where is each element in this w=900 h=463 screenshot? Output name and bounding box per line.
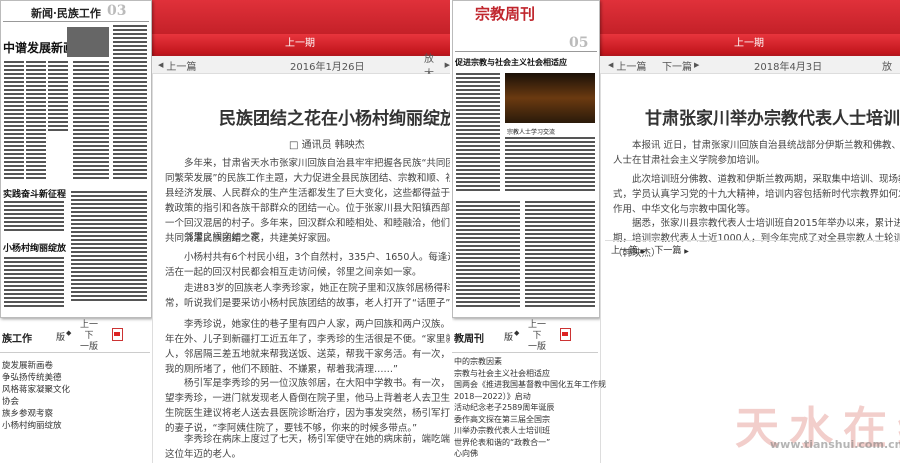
pdf-icon[interactable]: [112, 328, 123, 341]
prev-issue-link[interactable]: 上一期: [734, 38, 764, 49]
article-paragraph: 李秀珍在病床上度过了七天，杨引军便守在她的病床前，端吃端喝，伺候着这位年迈的老人…: [165, 434, 450, 460]
thumb-section-header: 新闻·民族工作: [31, 7, 101, 20]
toc-item[interactable]: 2018—2022）》启动: [454, 391, 606, 403]
dropdown-arrow-icon[interactable]: ◆: [514, 329, 519, 337]
toc-item[interactable]: 协会: [2, 396, 70, 408]
toc-item[interactable]: 旋发展新画卷: [2, 360, 70, 372]
next-page-link[interactable]: 下: [528, 331, 546, 342]
triangle-right-icon: ▶: [640, 248, 646, 255]
prev-article-bottom[interactable]: 上一篇: [611, 246, 638, 256]
prev-page-link[interactable]: 上一: [528, 320, 546, 331]
page-pager: 上一 下 一版: [528, 320, 546, 353]
zoom-link[interactable]: 放大 ▶: [424, 54, 450, 80]
article-paragraph: 李秀珍说，她家住的巷子里有四户人家，两户回族和两户汉族。由于女儿常年在外、儿子到…: [165, 319, 450, 375]
toc-item[interactable]: 心向佛: [454, 448, 606, 460]
page-one-link[interactable]: 一版: [80, 342, 98, 353]
article-subheading: 邻里之间亲如一家: [184, 232, 261, 243]
page-thumbnail[interactable]: 新闻·民族工作 03 中谱发展新画卷 实践奋斗新征程 小杨村绚丽绽放: [0, 0, 152, 318]
page-thumbnail[interactable]: 宗教周刊 05 促进宗教与社会主义社会相适应 宗教人士学习交流: [452, 0, 600, 318]
thumb-page-number: 03: [107, 3, 127, 19]
section-name: 族工作: [2, 334, 32, 345]
toc-item[interactable]: 小杨村绚丽绽放: [2, 420, 70, 432]
toc-item[interactable]: 风格蒋家凝聚文化: [2, 384, 70, 396]
toc-item[interactable]: 川举办宗教代表人士培训班: [454, 425, 606, 437]
dropdown-arrow-icon[interactable]: ◆: [66, 329, 71, 337]
pdf-icon[interactable]: [560, 328, 571, 341]
thumb-label-2: 小杨村绚丽绽放: [3, 244, 67, 254]
toc-item[interactable]: 活动纪念老子2589周年诞辰: [454, 402, 606, 414]
table-of-contents: 旋发展新画卷 争弘扬传统美德 风格蒋家凝聚文化 协会 族乡参观考察 小杨村绚丽绽…: [2, 360, 70, 432]
prev-issue-link[interactable]: 上一期: [285, 38, 315, 49]
article-date: 2016年1月26日: [290, 61, 365, 73]
next-article-bottom[interactable]: 下一篇: [654, 246, 681, 256]
issue-nav: 上一期: [598, 34, 900, 54]
article-paragraph: 此次培训班分佛教、道教和伊斯兰教两期，采取集中培训、现场教学的形式，学员认真学习…: [613, 174, 900, 215]
next-article-link[interactable]: 下一篇 ▶: [662, 56, 699, 74]
version-label: 版: [56, 333, 66, 343]
page-nav-bar: 教周刊 版 ◆ 上一 下 一版: [452, 318, 598, 353]
article-paragraph: 小杨村共有6个村民小组，3个自然村，335户、1650人。每逢过年过节，生活在一…: [165, 252, 450, 278]
next-page-link[interactable]: 下: [80, 331, 98, 342]
thumb-photo-caption: 宗教人士学习交流: [507, 129, 556, 136]
article-pager: 上一篇 ▶ 下一篇 ▶: [605, 240, 900, 261]
table-of-contents: 中的宗教因素 宗教与社会主义社会相适应 国两会《推进我国基督教中国化五年工作规 …: [454, 356, 606, 460]
section-name: 教周刊: [454, 334, 484, 345]
article-title: 甘肃张家川举办宗教代表人士培训班: [645, 109, 900, 129]
article-paragraph: 本报讯 近日，甘肃张家川回族自治县统战部分伊斯兰教和佛教、道教代表人士在甘肃社会…: [613, 140, 900, 166]
left-screenshot: 上一期 新闻·民族工作 03 中谱发展新画卷 实践奋斗新征程 小杨村绚丽绽放 ◀…: [0, 0, 450, 463]
toc-item[interactable]: 世界伦表和谐的“政教合一”: [454, 437, 606, 449]
article-body: 民族团结之花在小杨村绚丽绽放 □ 通讯员 韩映杰 多年来，甘肃省天水市张家川回族…: [152, 74, 450, 463]
article-paragraph: 走进83岁的回族老人李秀珍家，她正在院子里和汉族邻居杨得科老人拉家常，听说我们是…: [165, 283, 450, 309]
page-one-link[interactable]: 一版: [528, 342, 546, 353]
triangle-right-icon: ▶: [694, 61, 700, 69]
zoom-link[interactable]: 放: [882, 56, 892, 74]
article-byline: □ 通讯员 韩映杰: [289, 140, 365, 151]
toc-item[interactable]: 宗教与社会主义社会相适应: [454, 368, 606, 380]
version-label: 版: [504, 333, 514, 343]
thumb-label-1: 实践奋斗新征程: [3, 190, 67, 200]
triangle-left-icon: ◀: [158, 61, 164, 69]
thumb-masthead: 宗教周刊: [475, 5, 536, 23]
prev-article-link[interactable]: ◀ 上一篇: [608, 56, 646, 74]
toc-item[interactable]: 族乡参观考察: [2, 408, 70, 420]
site-watermark-url: www.tianshui.com.cn: [770, 438, 900, 451]
toc-item[interactable]: 中的宗教因素: [454, 356, 606, 368]
page-nav-bar: 族工作 版 ◆ 上一 下 一版: [0, 318, 150, 353]
article-paragraph: 杨引军是李秀珍的另一位汉族邻居，在大阳中学教书。有一次，杨引军去看望李秀珍，一进…: [165, 378, 450, 434]
thumb-page-number: 05: [569, 35, 589, 51]
toc-item[interactable]: 争弘扬传统美德: [2, 372, 70, 384]
triangle-left-icon: ◀: [608, 61, 614, 69]
prev-page-link[interactable]: 上一: [80, 320, 98, 331]
toc-item[interactable]: 委作高文探在第三届全国宗: [454, 414, 606, 426]
prev-article-link[interactable]: ◀ 上一篇: [158, 56, 196, 74]
article-title: 民族团结之花在小杨村绚丽绽放: [219, 109, 450, 129]
article-date: 2018年4月3日: [754, 61, 823, 73]
toc-item[interactable]: 国两会《推进我国基督教中国化五年工作规: [454, 379, 606, 391]
issue-nav: 上一期: [150, 34, 450, 54]
page-pager: 上一 下 一版: [80, 320, 98, 353]
thumb-headline: 促进宗教与社会主义社会相适应: [455, 57, 567, 67]
triangle-right-icon: ▶: [684, 248, 689, 255]
